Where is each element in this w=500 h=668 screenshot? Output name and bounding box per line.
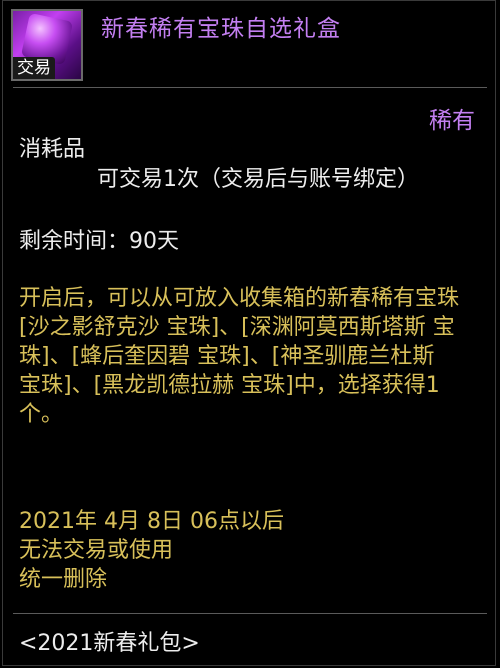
footer-divider xyxy=(13,613,487,614)
expiry-date: 2021年 4月 8日 06点以后 xyxy=(19,509,284,534)
item-type: 消耗品 xyxy=(19,137,86,162)
expiry-delete: 统一删除 xyxy=(19,567,108,592)
item-icon: 交易 xyxy=(11,9,83,81)
trade-badge: 交易 xyxy=(13,57,55,79)
remaining-time: 剩余时间：90天 xyxy=(19,229,179,254)
item-description: 开启后，可以从可放入收集箱的新春稀有宝珠[沙之影舒克沙 宝珠]、[深渊阿莫西斯塔… xyxy=(19,286,460,427)
item-tooltip: 交易 新春稀有宝珠自选礼盒 稀有 消耗品 可交易1次（交易后与账号绑定） 剩余时… xyxy=(2,0,496,666)
expiry-notice: 2021年 4月 8日 06点以后 无法交易或使用 统一删除 xyxy=(19,507,284,594)
rarity-label: 稀有 xyxy=(429,108,475,134)
header-divider xyxy=(13,87,487,88)
item-title: 新春稀有宝珠自选礼盒 xyxy=(101,16,341,42)
expiry-restriction: 无法交易或使用 xyxy=(19,538,174,563)
package-name: <2021新春礼包> xyxy=(19,631,200,656)
trade-info: 可交易1次（交易后与账号绑定） xyxy=(97,167,419,192)
